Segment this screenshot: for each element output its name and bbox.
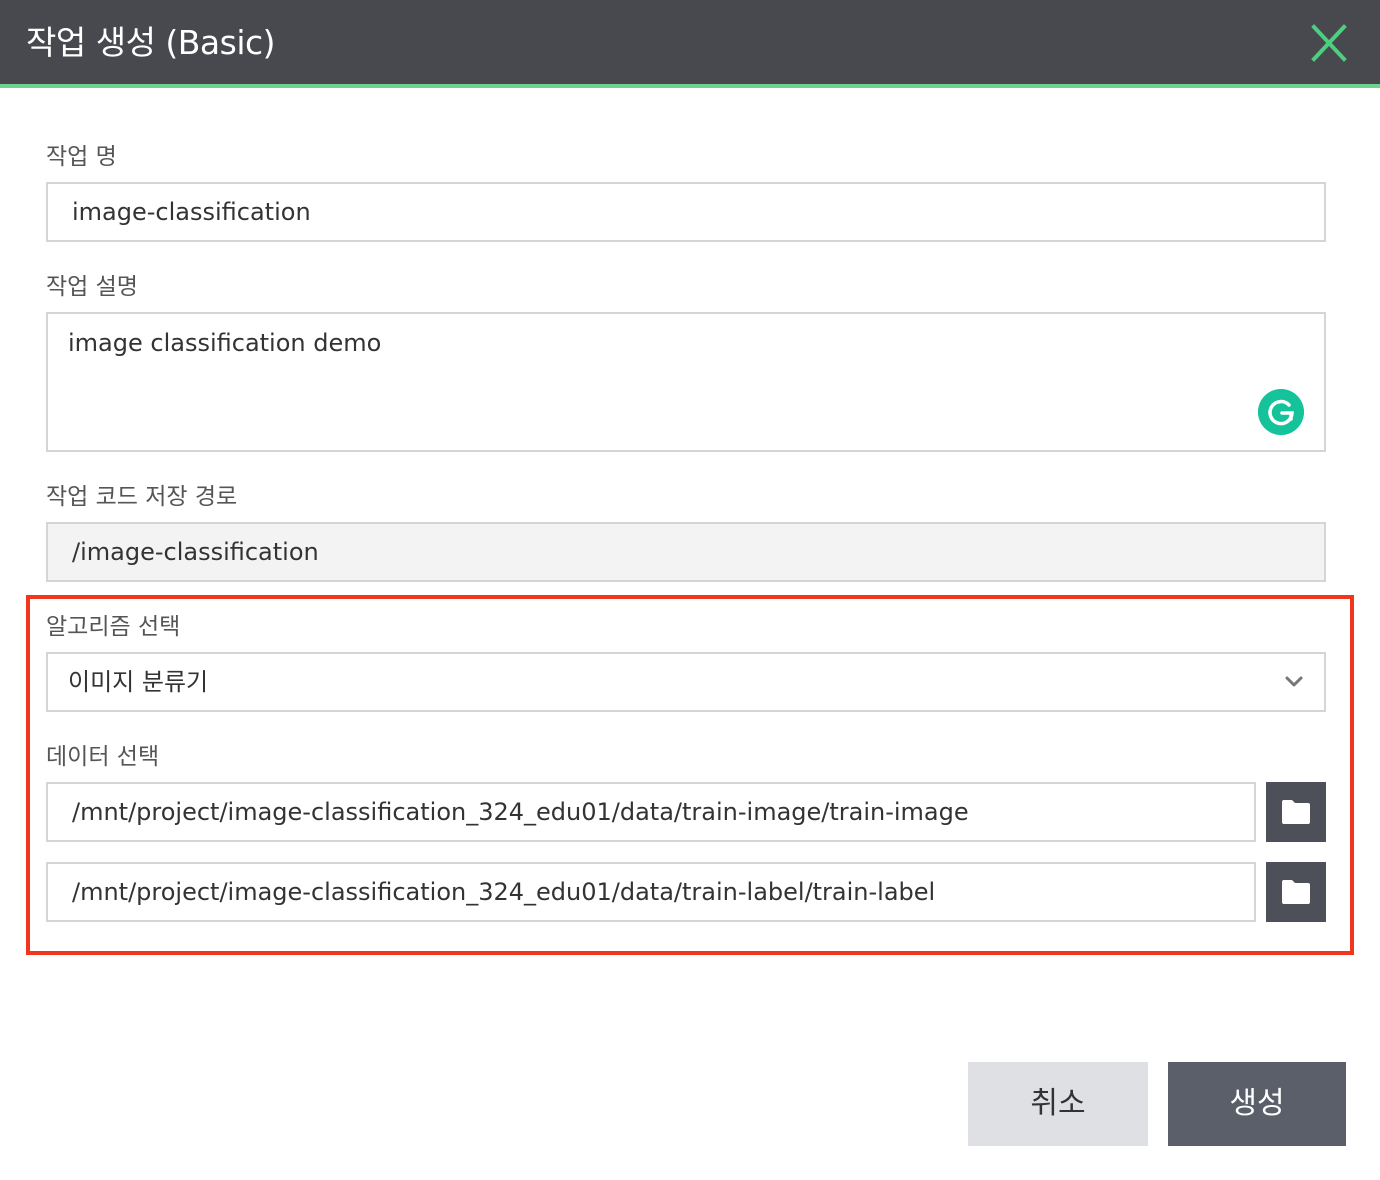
dialog-header: 작업 생성 (Basic): [0, 0, 1380, 88]
job-description-textarea[interactable]: image classification demo: [46, 312, 1326, 452]
folder-button-image[interactable]: [1266, 782, 1326, 842]
grammarly-icon[interactable]: [1258, 389, 1304, 435]
create-button[interactable]: 생성: [1168, 1062, 1346, 1146]
folder-icon: [1282, 800, 1310, 824]
algorithm-label: 알고리즘 선택: [46, 614, 181, 640]
job-name-input[interactable]: image-classification: [46, 182, 1326, 242]
close-icon[interactable]: [1306, 22, 1352, 64]
chevron-down-icon[interactable]: [1282, 670, 1306, 694]
data-label: 데이터 선택: [46, 744, 160, 770]
data-path-input-image[interactable]: /mnt/project/image-classification_324_ed…: [46, 782, 1256, 842]
job-name-label: 작업 명: [46, 144, 117, 170]
dialog-title: 작업 생성 (Basic): [26, 23, 276, 62]
algorithm-select[interactable]: 이미지 분류기: [46, 652, 1326, 712]
folder-icon: [1282, 880, 1310, 904]
folder-button-label[interactable]: [1266, 862, 1326, 922]
cancel-button[interactable]: 취소: [968, 1062, 1148, 1146]
data-path-input-label[interactable]: /mnt/project/image-classification_324_ed…: [46, 862, 1256, 922]
code-path-input: /image-classification: [46, 522, 1326, 582]
code-path-label: 작업 코드 저장 경로: [46, 484, 238, 510]
job-description-label: 작업 설명: [46, 274, 138, 300]
